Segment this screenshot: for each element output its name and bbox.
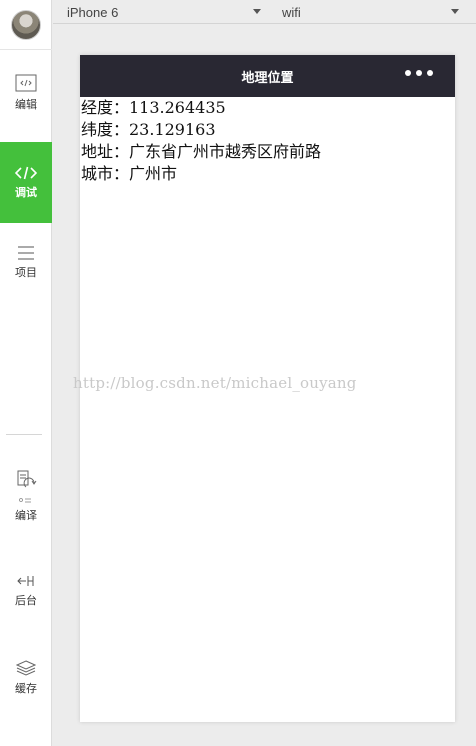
avatar[interactable] (11, 9, 41, 40)
device-select-value: iPhone 6 (67, 4, 119, 20)
sidebar-item-label: 编译 (15, 509, 37, 522)
page-title: 地理位置 (241, 70, 294, 86)
sidebar-item-label: 后台 (15, 594, 37, 607)
sidebar-item-project[interactable]: 项目 (0, 232, 52, 294)
address-text: 地址：广东省广州市越秀区府前路 (81, 142, 322, 161)
latitude-text: 纬度：23.129163 (81, 120, 216, 139)
menu-lines-icon (18, 246, 34, 260)
layers-icon (16, 660, 36, 676)
sidebar-item-debug[interactable]: 调试 (0, 142, 52, 223)
code-brackets-icon (15, 166, 37, 179)
dot-icon (405, 70, 411, 76)
dot-icon (427, 70, 433, 76)
city-text: 城市：广州市 (81, 164, 178, 183)
sidebar-item-label: 编辑 (15, 98, 37, 111)
sidebar-item-label: 项目 (15, 266, 37, 279)
phone-navigation-bar: 地理位置 (80, 55, 455, 97)
sidebar-item-label: 缓存 (15, 682, 37, 695)
sidebar-item-background[interactable]: 后台 (0, 565, 52, 617)
device-select[interactable]: iPhone 6 (67, 0, 263, 24)
network-select[interactable]: wifi (282, 0, 468, 24)
sidebar-item-cache[interactable]: 缓存 (0, 650, 52, 706)
avatar-container (0, 0, 52, 50)
chevron-down-icon (451, 9, 459, 14)
location-info: 经度：113.264435 纬度：23.129163 地址：广东省广州市越秀区府… (80, 97, 455, 185)
watermark: http://blog.csdn.net/michael_ouyang (73, 374, 357, 392)
longitude-text: 经度：113.264435 (81, 98, 226, 117)
sidebar-divider (6, 434, 42, 435)
background-icon (17, 576, 34, 586)
sidebar-item-compile[interactable]: 编译 (0, 458, 52, 534)
compile-refresh-icon (17, 470, 37, 503)
more-options-button[interactable] (405, 70, 433, 76)
sidebar: 编辑 调试 项目 编译 后台 缓存 (0, 0, 52, 746)
sidebar-item-edit[interactable]: 编辑 (0, 62, 52, 124)
chevron-down-icon (253, 9, 261, 14)
code-editor-icon (15, 74, 37, 92)
sidebar-item-label: 调试 (15, 185, 37, 199)
network-select-value: wifi (282, 4, 301, 20)
toolbar: iPhone 6 wifi (53, 0, 476, 24)
dot-icon (416, 70, 422, 76)
